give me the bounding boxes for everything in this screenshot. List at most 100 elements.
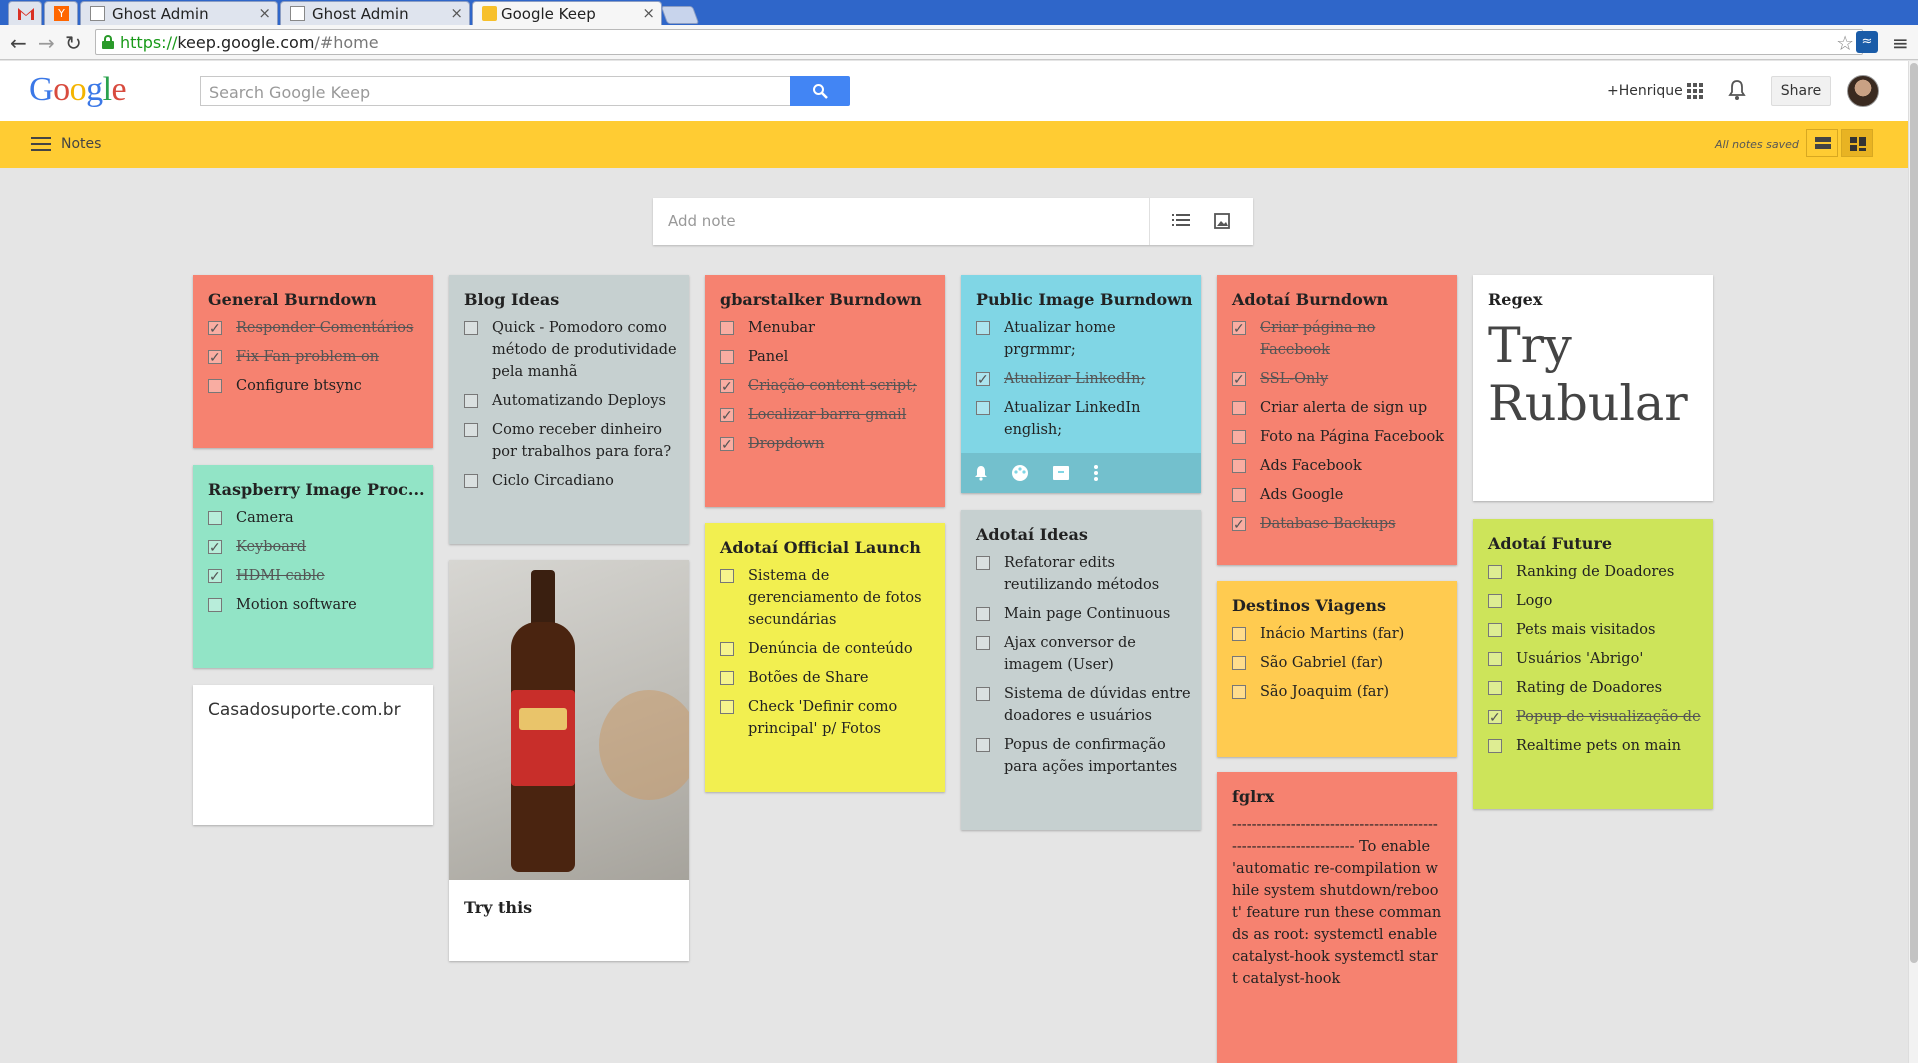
checkbox[interactable] bbox=[208, 347, 222, 369]
checkbox[interactable] bbox=[1488, 707, 1502, 729]
note-adotai-ideas[interactable]: Adotaí Ideas Refatorar edits reutilizand… bbox=[961, 510, 1201, 830]
note-public-image[interactable]: Public Image Burndown Atualizar home prg… bbox=[961, 275, 1201, 493]
checkbox[interactable] bbox=[1488, 594, 1502, 608]
checkbox[interactable] bbox=[464, 321, 478, 335]
note-adotai-future[interactable]: Adotaí Future Ranking de Doadores Logo P… bbox=[1473, 519, 1713, 809]
checkbox[interactable] bbox=[464, 423, 478, 437]
checkbox[interactable] bbox=[976, 738, 990, 752]
checkbox[interactable] bbox=[720, 642, 734, 656]
google-plus-link[interactable]: +Henrique bbox=[1607, 83, 1683, 99]
tab-gmail[interactable] bbox=[8, 1, 42, 25]
checkbox[interactable] bbox=[464, 474, 478, 488]
new-list-icon[interactable] bbox=[1172, 213, 1190, 227]
checkbox[interactable] bbox=[208, 379, 222, 393]
checkbox[interactable] bbox=[1488, 681, 1502, 695]
checkbox[interactable] bbox=[1488, 565, 1502, 579]
checkbox[interactable] bbox=[976, 369, 990, 391]
list-item: Criar página no Facebook bbox=[1232, 317, 1447, 361]
checkbox[interactable] bbox=[208, 598, 222, 612]
checkbox[interactable] bbox=[976, 607, 990, 621]
share-button[interactable]: Share bbox=[1771, 76, 1831, 106]
note-title: General Burndown bbox=[208, 290, 377, 309]
apps-grid-icon[interactable] bbox=[1687, 83, 1703, 99]
checkbox[interactable] bbox=[1488, 623, 1502, 637]
checkbox[interactable] bbox=[720, 700, 734, 714]
address-bar[interactable]: https://keep.google.com/#home ☆ bbox=[95, 29, 1863, 55]
checkbox[interactable] bbox=[976, 321, 990, 335]
checkbox[interactable] bbox=[976, 636, 990, 650]
archive-icon[interactable] bbox=[1052, 465, 1070, 481]
checkbox[interactable] bbox=[720, 350, 734, 364]
checkbox[interactable] bbox=[208, 511, 222, 525]
bookmark-star-icon[interactable]: ☆ bbox=[1836, 31, 1854, 55]
tab-close-icon[interactable]: × bbox=[258, 4, 271, 22]
tab-ghost-admin-2[interactable]: Ghost Admin × bbox=[280, 1, 470, 25]
page-scrollbar[interactable] bbox=[1908, 61, 1918, 1063]
checkbox[interactable] bbox=[1232, 401, 1246, 415]
tab-close-icon[interactable]: × bbox=[642, 4, 655, 22]
reminder-bell-icon[interactable] bbox=[974, 465, 988, 481]
notifications-bell-icon[interactable] bbox=[1728, 79, 1746, 101]
back-arrow-icon[interactable]: ← bbox=[10, 31, 27, 55]
checkbox[interactable] bbox=[1232, 430, 1246, 444]
note-adotai-burndown[interactable]: Adotaí Burndown Criar página no Facebook… bbox=[1217, 275, 1457, 565]
checkbox[interactable] bbox=[976, 556, 990, 570]
scrollbar-thumb[interactable] bbox=[1910, 63, 1918, 963]
checkbox[interactable] bbox=[976, 401, 990, 415]
google-logo[interactable]: Google bbox=[29, 71, 127, 109]
checkbox[interactable] bbox=[720, 671, 734, 685]
list-view-button[interactable] bbox=[1806, 129, 1838, 157]
reload-icon[interactable]: ↻ bbox=[65, 31, 82, 55]
checkbox[interactable] bbox=[1232, 627, 1246, 641]
checkbox[interactable] bbox=[1488, 739, 1502, 753]
extension-icon[interactable]: ≈ bbox=[1856, 31, 1878, 53]
search-button[interactable] bbox=[790, 76, 850, 106]
search-input[interactable]: Search Google Keep bbox=[200, 76, 790, 106]
checkbox[interactable] bbox=[720, 569, 734, 583]
checkbox[interactable] bbox=[1232, 685, 1246, 699]
checkbox[interactable] bbox=[208, 537, 222, 559]
list-item: Como receber dinheiro por trabalhos para… bbox=[464, 419, 679, 463]
checkbox[interactable] bbox=[720, 405, 734, 427]
checkbox[interactable] bbox=[720, 434, 734, 456]
checkbox[interactable] bbox=[1232, 656, 1246, 670]
new-tab-button[interactable] bbox=[660, 6, 700, 24]
hamburger-menu-icon[interactable] bbox=[31, 137, 51, 151]
color-palette-icon[interactable] bbox=[1011, 464, 1029, 482]
new-image-note-icon[interactable] bbox=[1214, 213, 1230, 229]
note-fglrx[interactable]: fglrx ----------------------------------… bbox=[1217, 772, 1457, 1063]
checkbox[interactable] bbox=[1232, 369, 1246, 391]
chrome-menu-icon[interactable]: ≡ bbox=[1892, 31, 1909, 55]
list-item: Menubar bbox=[720, 317, 935, 339]
checkbox[interactable] bbox=[1232, 459, 1246, 473]
checkbox[interactable] bbox=[720, 321, 734, 335]
checkbox[interactable] bbox=[1232, 318, 1246, 340]
tab-ghost-admin-1[interactable]: Ghost Admin × bbox=[80, 1, 278, 25]
note-try-this[interactable]: Try this bbox=[449, 560, 689, 961]
grid-view-button[interactable] bbox=[1841, 129, 1873, 157]
checkbox[interactable] bbox=[464, 394, 478, 408]
note-casadosuporte[interactable]: Casadosuporte.com.br bbox=[193, 685, 433, 825]
checkbox[interactable] bbox=[976, 687, 990, 701]
list-item: Foto na Página Facebook bbox=[1232, 426, 1447, 448]
checkbox[interactable] bbox=[1232, 514, 1246, 536]
checkbox[interactable] bbox=[720, 376, 734, 398]
tab-close-icon[interactable]: × bbox=[450, 4, 463, 22]
note-general-burndown[interactable]: General Burndown Responder Comentários F… bbox=[193, 275, 433, 448]
checkbox[interactable] bbox=[208, 318, 222, 340]
checkbox[interactable] bbox=[1488, 652, 1502, 666]
add-note-input[interactable]: Add note bbox=[653, 198, 1253, 245]
note-destinos[interactable]: Destinos Viagens Inácio Martins (far) Sã… bbox=[1217, 581, 1457, 757]
note-regex[interactable]: Regex Try Rubular bbox=[1473, 275, 1713, 501]
note-official-launch[interactable]: Adotaí Official Launch Sistema de gerenc… bbox=[705, 523, 945, 792]
tab-ycombinator[interactable]: Y bbox=[44, 1, 78, 25]
more-options-icon[interactable] bbox=[1094, 464, 1098, 482]
checkbox[interactable] bbox=[1232, 488, 1246, 502]
forward-arrow-icon[interactable]: → bbox=[38, 31, 55, 55]
tab-google-keep[interactable]: Google Keep × bbox=[472, 1, 662, 25]
note-blog-ideas[interactable]: Blog Ideas Quick - Pomodoro como método … bbox=[449, 275, 689, 544]
note-gbarstalker[interactable]: gbarstalker Burndown Menubar Panel Criaç… bbox=[705, 275, 945, 507]
avatar[interactable] bbox=[1847, 75, 1879, 107]
checkbox[interactable] bbox=[208, 566, 222, 588]
note-raspberry[interactable]: Raspberry Image Proc... Camera Keyboard … bbox=[193, 465, 433, 668]
